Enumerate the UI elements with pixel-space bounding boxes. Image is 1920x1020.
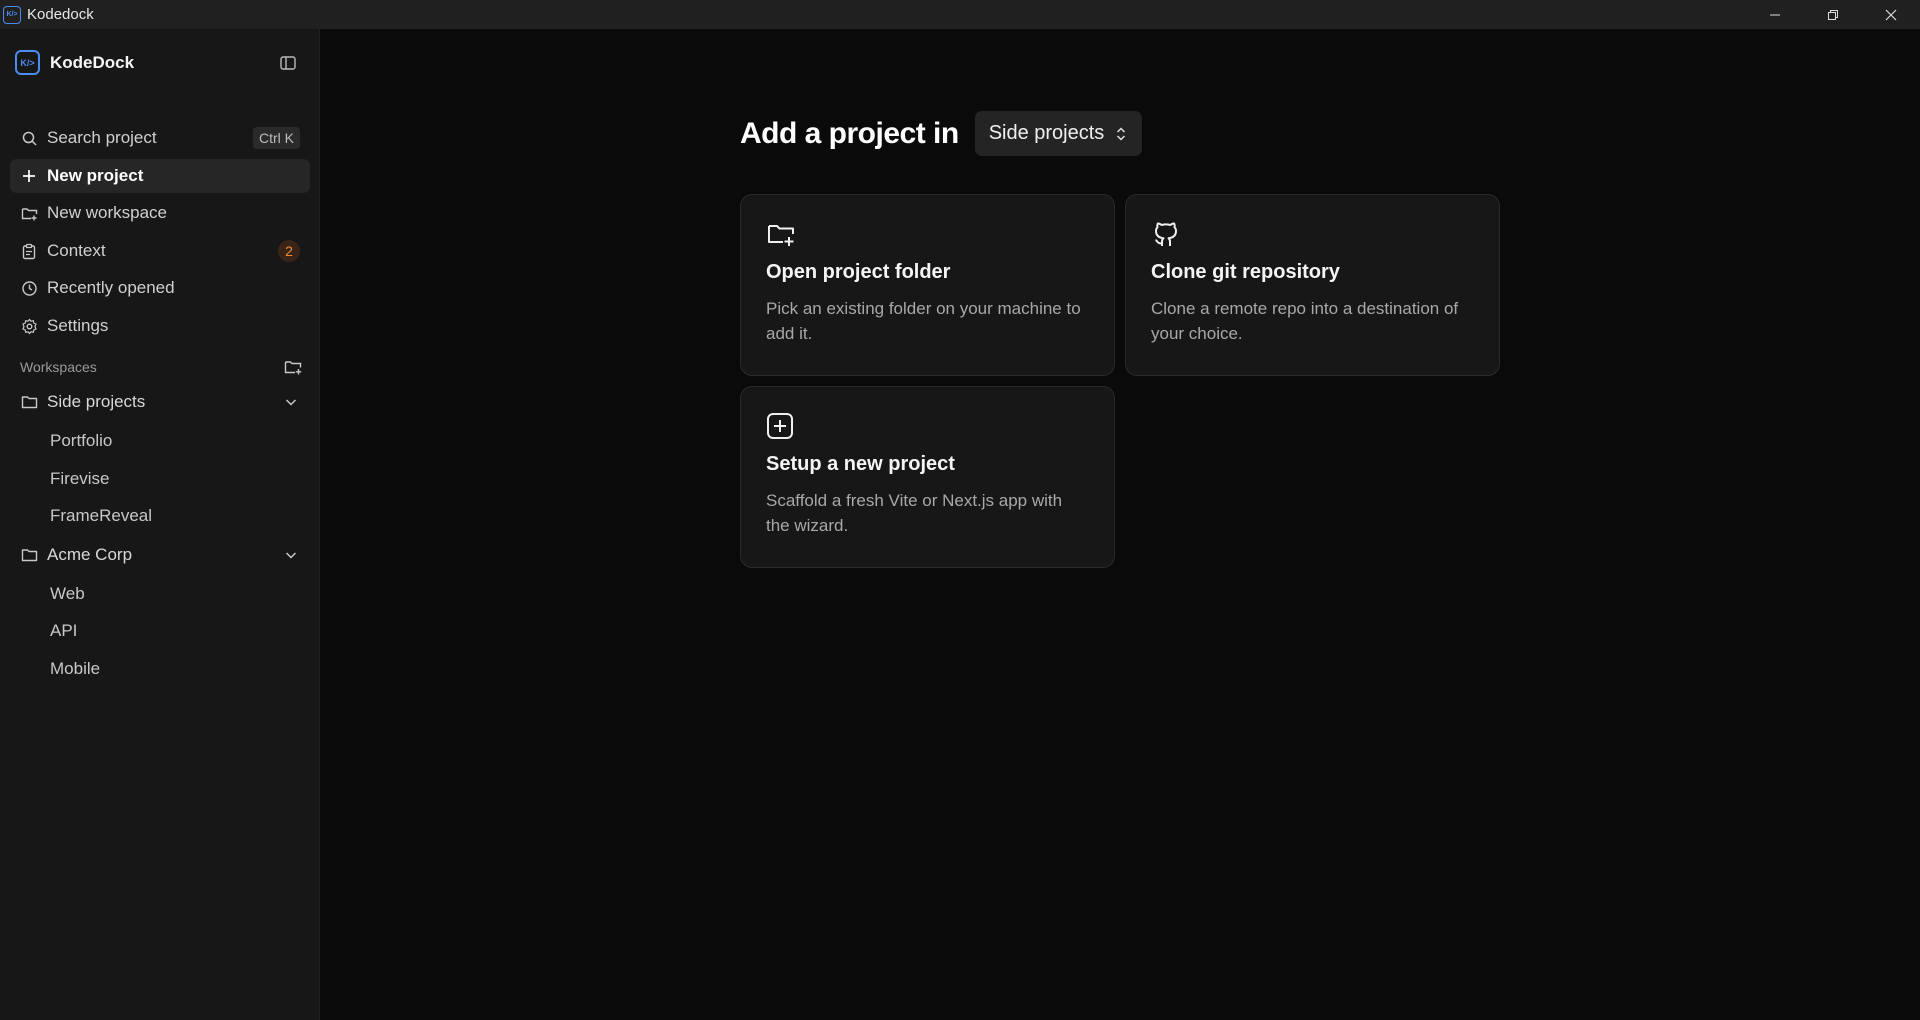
clipboard-icon (20, 242, 38, 260)
nav-label: Recently opened (47, 278, 175, 297)
nav-new-project[interactable]: New project (10, 159, 310, 193)
project-item-portfolio[interactable]: Portfolio (50, 427, 112, 455)
chevron-up-down-icon (1114, 126, 1128, 142)
card-description: Scaffold a fresh Vite or Next.js app wit… (766, 491, 1063, 535)
sidebar-toggle-button[interactable] (277, 52, 299, 74)
workspace-name: Side projects (47, 392, 146, 411)
minimize-icon (1770, 14, 1780, 15)
minimize-button[interactable] (1746, 0, 1804, 29)
nav-recently-opened[interactable]: Recently opened (10, 271, 310, 305)
add-workspace-button[interactable] (282, 356, 304, 378)
brand-logo-icon: K/> (15, 50, 40, 75)
page-title: Add a project in (740, 116, 959, 150)
nav-label: Search project (47, 128, 157, 147)
folder-icon (20, 546, 38, 564)
card-title: Open project folder (766, 261, 951, 283)
plus-icon (20, 167, 38, 185)
window-controls (1746, 0, 1920, 29)
nav-settings[interactable]: Settings (10, 309, 310, 343)
chevron-down-icon[interactable] (282, 546, 300, 564)
app-logo-glyph: K/> (6, 11, 18, 18)
sidebar: K/> KodeDock Search project Ctrl K New p… (0, 29, 320, 1020)
nav-label: Context (47, 241, 106, 260)
folder-icon (20, 393, 38, 411)
sidebar-panel-icon (280, 56, 296, 70)
workspace-select-value: Side projects (988, 122, 1105, 144)
restore-icon (1828, 9, 1838, 20)
folder-plus-icon (284, 361, 301, 375)
nav-label: New workspace (47, 203, 167, 222)
nav-label: New project (47, 166, 144, 185)
project-item-web[interactable]: Web (50, 580, 85, 608)
app-logo-icon: K/> (3, 5, 21, 24)
project-item-api[interactable]: API (50, 617, 77, 645)
workspace-acme-corp[interactable]: Acme Corp (10, 538, 310, 572)
brand-name: KodeDock (50, 52, 135, 72)
gear-icon (20, 317, 38, 335)
setup-new-project-card[interactable]: Setup a new project Scaffold a fresh Vit… (740, 386, 1115, 568)
title-bar: K/> Kodedock (0, 0, 1920, 29)
clock-icon (20, 279, 38, 297)
card-title: Setup a new project (766, 453, 955, 475)
nav-label: Settings (47, 316, 109, 335)
shortcut-hint: Ctrl K (253, 127, 300, 149)
brand-logo-glyph: K/> (20, 57, 35, 68)
workspace-name: Acme Corp (47, 545, 133, 564)
context-count-badge: 2 (278, 240, 300, 262)
workspace-select[interactable]: Side projects (974, 111, 1143, 156)
restore-button[interactable] (1804, 0, 1862, 29)
github-icon (1151, 219, 1181, 249)
close-icon (1885, 9, 1897, 20)
page-heading: Add a project in Side projects (740, 111, 1143, 156)
card-title: Clone git repository (1151, 261, 1340, 283)
main-content: Add a project in Side projects Open proj… (321, 29, 1920, 1020)
project-item-mobile[interactable]: Mobile (50, 655, 100, 683)
project-item-framereveal[interactable]: FrameReveal (50, 502, 152, 530)
project-item-firevise[interactable]: Firevise (50, 465, 110, 493)
nav-search-project[interactable]: Search project Ctrl K (10, 121, 310, 155)
card-description: Clone a remote repo into a destination o… (1151, 299, 1459, 343)
open-project-folder-card[interactable]: Open project folder Pick an existing fol… (740, 194, 1115, 376)
plus-square-icon (766, 411, 796, 441)
workspace-side-projects[interactable]: Side projects (10, 385, 310, 419)
chevron-down-icon[interactable] (282, 393, 300, 411)
workspaces-section-label: Workspaces (20, 359, 97, 375)
window-title: Kodedock (27, 6, 94, 23)
folder-plus-icon (766, 219, 796, 249)
nav-context[interactable]: Context 2 (10, 234, 310, 268)
brand: K/> KodeDock (15, 50, 134, 75)
card-description: Pick an existing folder on your machine … (766, 299, 1081, 343)
folder-plus-icon (20, 204, 38, 222)
search-icon (20, 129, 38, 147)
clone-git-repository-card[interactable]: Clone git repository Clone a remote repo… (1125, 194, 1500, 376)
nav-new-workspace[interactable]: New workspace (10, 196, 310, 230)
close-button[interactable] (1862, 0, 1920, 29)
